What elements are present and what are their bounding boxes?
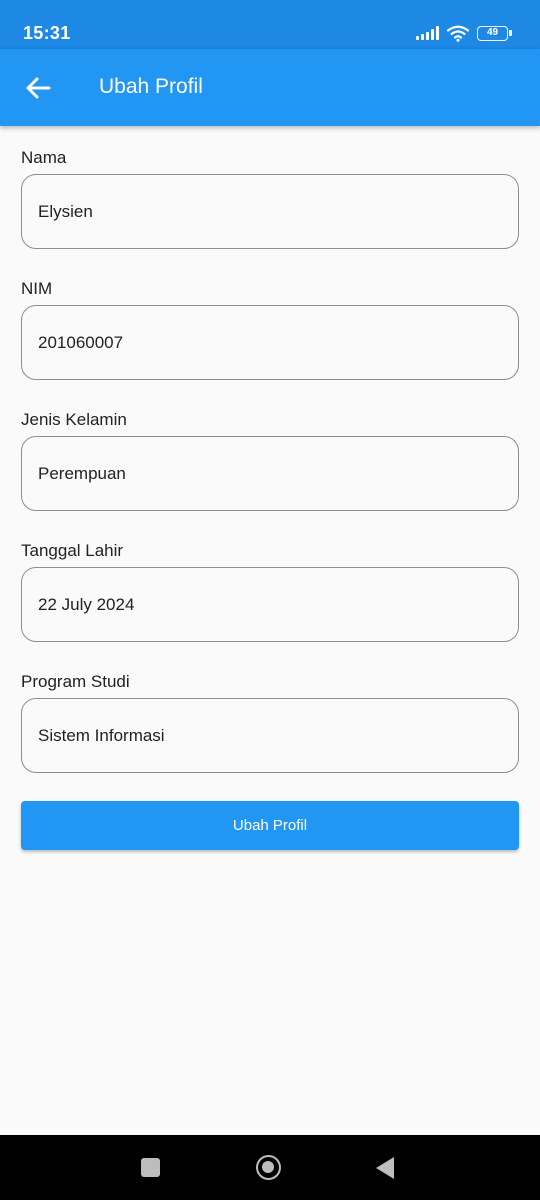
recent-apps-icon[interactable]: [141, 1158, 160, 1177]
battery-level: 49: [486, 26, 499, 38]
jenis-kelamin-input[interactable]: Perempuan: [21, 436, 519, 511]
field-nim: NIM 201060007: [21, 257, 519, 388]
edit-profile-screen: 15:31 49 Ubah Profil Nama Elysien NIM 20…: [0, 0, 540, 1200]
program-studi-input[interactable]: Sistem Informasi: [21, 698, 519, 773]
field-label-jenis-kelamin: Jenis Kelamin: [21, 410, 127, 429]
submit-button[interactable]: Ubah Profil: [21, 801, 519, 850]
arrow-back-icon: [26, 77, 51, 99]
nama-input[interactable]: Elysien: [21, 174, 519, 249]
status-time: 15:31: [23, 23, 71, 43]
app-bar: Ubah Profil: [0, 49, 540, 126]
page-title: Ubah Profil: [99, 75, 203, 98]
nim-value: 201060007: [38, 333, 124, 352]
tanggal-lahir-value: 22 July 2024: [38, 595, 135, 614]
jenis-kelamin-value: Perempuan: [38, 464, 126, 483]
nim-input[interactable]: 201060007: [21, 305, 519, 380]
field-program-studi: Program Studi Sistem Informasi: [21, 650, 519, 781]
back-icon[interactable]: [376, 1157, 394, 1179]
signal-icon: [416, 26, 439, 40]
navigation-bar: [0, 1135, 540, 1200]
field-tanggal-lahir: Tanggal Lahir 22 July 2024: [21, 519, 519, 650]
tanggal-lahir-input[interactable]: 22 July 2024: [21, 567, 519, 642]
status-icons: 49: [416, 23, 512, 43]
field-label-program-studi: Program Studi: [21, 672, 130, 691]
field-label-nama: Nama: [21, 148, 67, 167]
field-label-nim: NIM: [21, 279, 53, 298]
back-button[interactable]: [24, 74, 52, 102]
battery-icon: 49: [477, 25, 512, 41]
field-jenis-kelamin: Jenis Kelamin Perempuan: [21, 388, 519, 519]
profile-form: Nama Elysien NIM 201060007 Jenis Kelamin…: [21, 126, 519, 781]
status-bar: 15:31 49: [0, 0, 540, 49]
field-label-tanggal-lahir: Tanggal Lahir: [21, 541, 124, 560]
field-nama: Nama Elysien: [21, 126, 519, 257]
nama-value: Elysien: [38, 202, 93, 221]
wifi-icon: [447, 25, 469, 42]
home-icon[interactable]: [256, 1155, 281, 1180]
program-studi-value: Sistem Informasi: [38, 726, 165, 745]
